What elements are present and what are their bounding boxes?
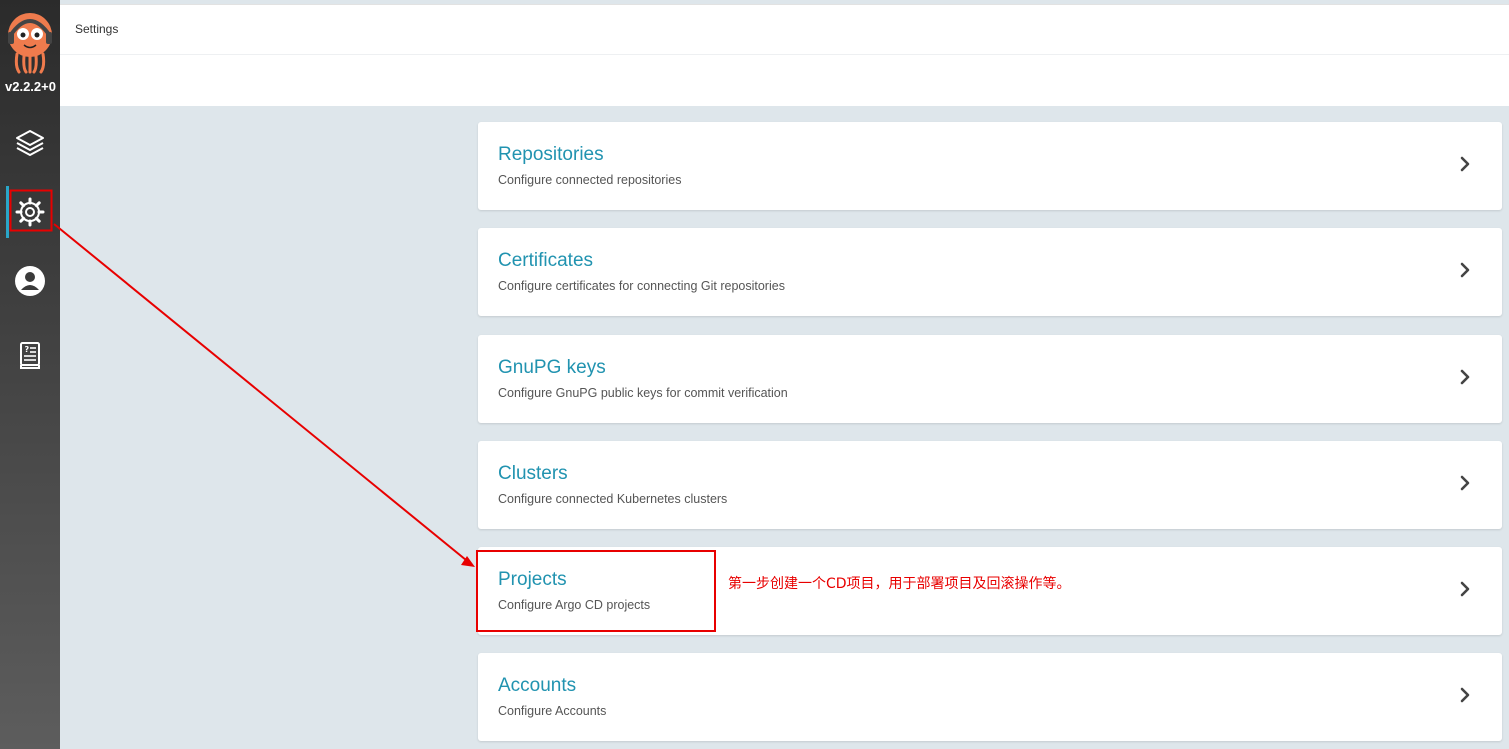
chevron-right-icon <box>1460 475 1470 491</box>
svg-text:?: ? <box>25 345 30 354</box>
card-description: Configure Accounts <box>498 704 607 718</box>
card-title: Projects <box>498 569 567 590</box>
chevron-right-icon <box>1460 687 1470 703</box>
gear-icon <box>15 197 45 227</box>
header-divider <box>60 54 1509 55</box>
chevron-right-icon <box>1460 581 1470 597</box>
card-description: Configure Argo CD projects <box>498 598 651 612</box>
settings-card-accounts[interactable]: Accounts Configure Accounts <box>478 653 1502 741</box>
version-label: v2.2.2+0 <box>5 79 56 94</box>
user-circle-icon <box>15 266 45 296</box>
sidebar-item-documentation[interactable]: ? <box>0 330 60 380</box>
chevron-right-icon <box>1460 262 1470 278</box>
card-description: Configure GnuPG public keys for commit v… <box>498 386 788 400</box>
annotation-note: 第一步创建一个CD项目，用于部署项目及回滚操作等。 <box>728 576 1071 592</box>
sidebar: v2.2.2+0 ? <box>0 0 60 749</box>
settings-card-repositories[interactable]: Repositories Configure connected reposit… <box>478 122 1502 210</box>
sidebar-item-settings[interactable] <box>0 187 60 237</box>
book-icon: ? <box>20 342 40 369</box>
chevron-right-icon <box>1460 156 1470 172</box>
chevron-right-icon <box>1460 369 1470 385</box>
annotation-arrowhead <box>461 556 475 567</box>
sidebar-item-user-info[interactable] <box>0 256 60 306</box>
settings-card-gnupg-keys[interactable]: GnuPG keys Configure GnuPG public keys f… <box>478 335 1502 423</box>
card-description: Configure connected repositories <box>498 173 682 187</box>
sidebar-item-applications[interactable] <box>0 118 60 168</box>
card-title: GnuPG keys <box>498 357 606 378</box>
card-description: Configure certificates for connecting Gi… <box>498 279 785 293</box>
top-bar: Settings <box>60 4 1509 106</box>
card-title: Certificates <box>498 250 594 271</box>
card-title: Accounts <box>498 675 577 696</box>
settings-card-certificates[interactable]: Certificates Configure certificates for … <box>478 228 1502 316</box>
card-title: Repositories <box>498 144 604 165</box>
card-title: Clusters <box>498 463 568 484</box>
annotation-arrow-line <box>53 223 467 561</box>
argo-logo[interactable] <box>7 12 53 74</box>
settings-card-clusters[interactable]: Clusters Configure connected Kubernetes … <box>478 441 1502 529</box>
card-description: Configure connected Kubernetes clusters <box>498 492 728 506</box>
page-title: Settings <box>75 22 119 36</box>
layers-icon <box>16 130 44 156</box>
